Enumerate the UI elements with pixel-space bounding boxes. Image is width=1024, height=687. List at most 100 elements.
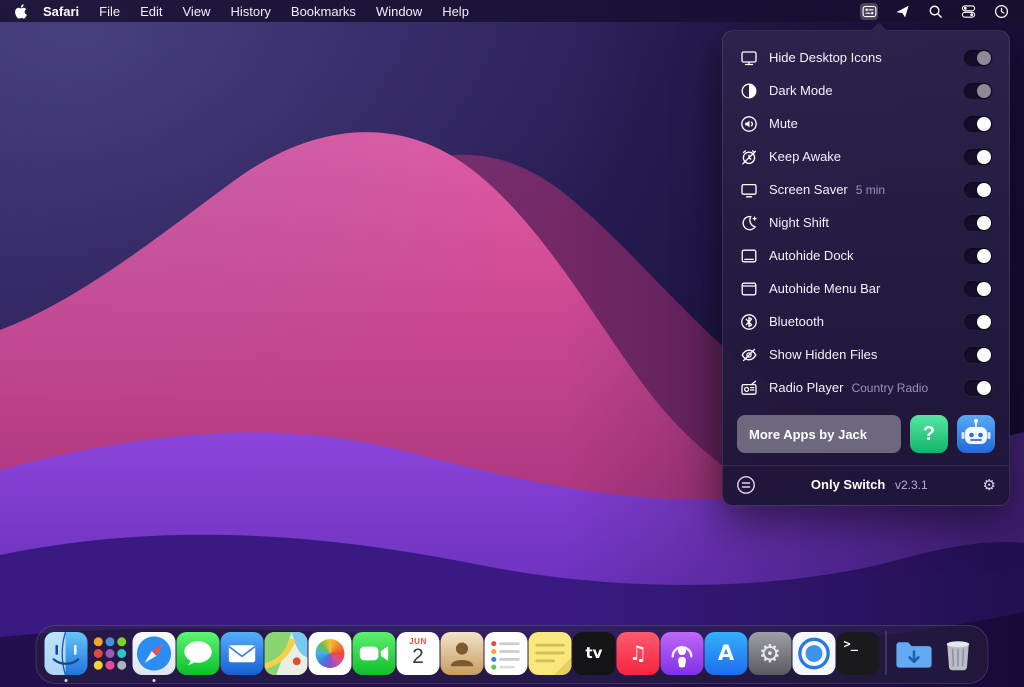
apple-icon bbox=[14, 4, 27, 19]
toggle-knob bbox=[977, 282, 991, 296]
night-shift-icon bbox=[739, 213, 758, 232]
toggle-knob bbox=[977, 117, 991, 131]
dock-icon-photos[interactable] bbox=[309, 632, 352, 675]
more-apps-row: More Apps by Jack ? bbox=[723, 404, 1009, 462]
bluetooth-icon bbox=[739, 312, 758, 331]
active-app-name[interactable]: Safari bbox=[43, 4, 79, 19]
toggle-autohide-menu-bar[interactable] bbox=[963, 280, 993, 298]
toggle-hide-desktop-icons[interactable] bbox=[963, 49, 993, 67]
menu-file[interactable]: File bbox=[99, 4, 120, 19]
switch-detail-radio-player: Country Radio bbox=[851, 381, 928, 395]
footer-version: v2.3.1 bbox=[895, 478, 928, 492]
dock-icon-appletv[interactable]: tv bbox=[573, 632, 616, 675]
toggle-knob bbox=[977, 381, 991, 395]
menu-items: File Edit View History Bookmarks Window Help bbox=[79, 4, 469, 19]
status-icon-area bbox=[860, 3, 1010, 20]
search-icon[interactable] bbox=[926, 3, 944, 20]
switch-row-night-shift: Night Shift bbox=[723, 206, 1009, 239]
paper-plane-icon[interactable] bbox=[893, 3, 911, 20]
switch-label-bluetooth: Bluetooth bbox=[769, 314, 824, 329]
switch-label-screen-saver: Screen Saver bbox=[769, 182, 848, 197]
more-apps-label: More Apps by Jack bbox=[749, 427, 867, 442]
toggle-knob bbox=[977, 150, 991, 164]
dock-items: JUN2 tv♫ A⚙ >_ bbox=[45, 631, 980, 675]
dock-icon-facetime[interactable] bbox=[353, 632, 396, 675]
question-app-icon[interactable]: ? bbox=[910, 415, 948, 453]
dock-icon-contacts[interactable] bbox=[441, 632, 484, 675]
menu-bookmarks[interactable]: Bookmarks bbox=[291, 4, 356, 19]
menu-view[interactable]: View bbox=[183, 4, 211, 19]
menu-history[interactable]: History bbox=[230, 4, 270, 19]
switch-row-screen-saver: Screen Saver 5 min bbox=[723, 173, 1009, 206]
switch-row-autohide-dock: Autohide Dock bbox=[723, 239, 1009, 272]
switch-row-mute: Mute bbox=[723, 107, 1009, 140]
dock-icon-trash[interactable] bbox=[937, 632, 980, 675]
robot-app-icon[interactable] bbox=[957, 415, 995, 453]
switch-row-show-hidden-files: Show Hidden Files bbox=[723, 338, 1009, 371]
toggle-keep-awake[interactable] bbox=[963, 148, 993, 166]
switch-row-dark-mode: Dark Mode bbox=[723, 74, 1009, 107]
toggle-screen-saver[interactable] bbox=[963, 181, 993, 199]
toggle-knob bbox=[977, 51, 991, 65]
only-switch-panel: Hide Desktop Icons Dark Mode Mute Keep Awak… bbox=[722, 30, 1010, 506]
footer-app-name: Only Switch bbox=[811, 477, 885, 492]
toggle-show-hidden-files[interactable] bbox=[963, 346, 993, 364]
dock-icon-music[interactable]: ♫ bbox=[617, 632, 660, 675]
switch-row-keep-awake: Keep Awake bbox=[723, 140, 1009, 173]
toggle-bluetooth[interactable] bbox=[963, 313, 993, 331]
only-switch-icon[interactable] bbox=[860, 3, 878, 20]
dock-icon-terminal[interactable]: >_ bbox=[837, 632, 880, 675]
toggle-mute[interactable] bbox=[963, 115, 993, 133]
dock-icon-safari[interactable] bbox=[133, 632, 176, 675]
eye-slash-icon bbox=[739, 345, 758, 364]
dock: JUN2 tv♫ A⚙ >_ bbox=[36, 625, 989, 684]
dock-icon-stickies[interactable] bbox=[529, 632, 572, 675]
autohide-menu-bar-icon bbox=[739, 279, 758, 298]
dock-icon-calendar[interactable]: JUN2 bbox=[397, 632, 440, 675]
switch-list: Hide Desktop Icons Dark Mode Mute Keep Awak… bbox=[723, 41, 1009, 404]
switch-row-bluetooth: Bluetooth bbox=[723, 305, 1009, 338]
dock-icon-settings[interactable]: ⚙ bbox=[749, 632, 792, 675]
switch-label-radio-player: Radio Player bbox=[769, 380, 843, 395]
clock-icon[interactable] bbox=[992, 3, 1010, 20]
dock-icon-launchpad[interactable] bbox=[89, 632, 132, 675]
toggle-knob bbox=[977, 183, 991, 197]
more-apps-button[interactable]: More Apps by Jack bbox=[737, 415, 901, 453]
menu-circle-icon[interactable] bbox=[736, 475, 756, 495]
dock-icon-blue-orb-app[interactable] bbox=[793, 632, 836, 675]
dock-icon-finder[interactable] bbox=[45, 632, 88, 675]
switch-label-hide-desktop-icons: Hide Desktop Icons bbox=[769, 50, 882, 65]
switch-label-autohide-dock: Autohide Dock bbox=[769, 248, 854, 263]
dock-icon-maps[interactable] bbox=[265, 632, 308, 675]
dock-icon-mail[interactable] bbox=[221, 632, 264, 675]
toggle-knob bbox=[977, 249, 991, 263]
keep-awake-icon bbox=[739, 147, 758, 166]
dock-icon-podcasts[interactable] bbox=[661, 632, 704, 675]
dock-icon-reminders[interactable] bbox=[485, 632, 528, 675]
question-glyph: ? bbox=[923, 423, 935, 446]
toggle-radio-player[interactable] bbox=[963, 379, 993, 397]
control-center-icon[interactable] bbox=[959, 3, 977, 20]
toggle-knob bbox=[977, 348, 991, 362]
dock-icon-downloads[interactable] bbox=[893, 632, 936, 675]
menu-window[interactable]: Window bbox=[376, 4, 422, 19]
switch-label-mute: Mute bbox=[769, 116, 798, 131]
toggle-dark-mode[interactable] bbox=[963, 82, 993, 100]
display-icon bbox=[739, 48, 758, 67]
switch-label-show-hidden-files: Show Hidden Files bbox=[769, 347, 877, 362]
switch-label-keep-awake: Keep Awake bbox=[769, 149, 841, 164]
switch-row-autohide-menu-bar: Autohide Menu Bar bbox=[723, 272, 1009, 305]
dock-icon-appstore[interactable]: A bbox=[705, 632, 748, 675]
settings-gear-icon[interactable]: ⚙ bbox=[983, 476, 996, 494]
apple-menu[interactable] bbox=[14, 4, 27, 19]
switch-label-dark-mode: Dark Mode bbox=[769, 83, 833, 98]
menu-edit[interactable]: Edit bbox=[140, 4, 162, 19]
dark-mode-icon bbox=[739, 81, 758, 100]
toggle-autohide-dock[interactable] bbox=[963, 247, 993, 265]
robot-icon bbox=[957, 415, 995, 453]
panel-footer: Only Switch v2.3.1 ⚙ bbox=[723, 465, 1009, 503]
toggle-night-shift[interactable] bbox=[963, 214, 993, 232]
switch-detail-screen-saver: 5 min bbox=[856, 183, 885, 197]
dock-icon-messages[interactable] bbox=[177, 632, 220, 675]
menu-help[interactable]: Help bbox=[442, 4, 469, 19]
